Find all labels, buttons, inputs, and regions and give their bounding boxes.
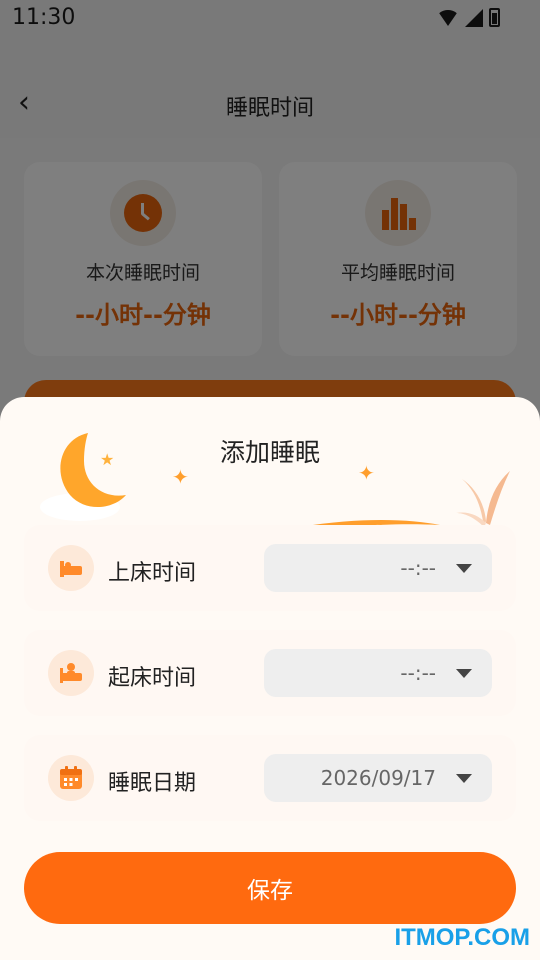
wake-time-row: 起床时间 --:-- bbox=[24, 630, 516, 716]
watermark: ITMOP.COM bbox=[394, 924, 530, 951]
chevron-down-icon bbox=[456, 564, 472, 573]
bedtime-label: 上床时间 bbox=[108, 561, 197, 586]
bed-icon bbox=[48, 545, 94, 591]
sheet-title: 添加睡眠 bbox=[219, 438, 320, 467]
save-button[interactable]: 保存 bbox=[24, 852, 516, 924]
sparkle-icon: ✦ bbox=[172, 465, 189, 489]
sleep-date-row: 睡眠日期 2026/09/17 bbox=[24, 735, 516, 821]
sleep-date-label: 睡眠日期 bbox=[108, 771, 197, 796]
bedtime-row: 上床时间 --:-- bbox=[24, 525, 516, 611]
chevron-down-icon bbox=[456, 774, 472, 783]
add-sleep-sheet: ★ ✦ ✦ 添加睡眠 上床时间 --:-- 起床时间 --:-- 睡眠日期 20… bbox=[0, 397, 540, 960]
sleep-date-select[interactable]: 2026/09/17 bbox=[264, 754, 492, 802]
bedtime-value: --:-- bbox=[400, 556, 436, 580]
bedtime-select[interactable]: --:-- bbox=[264, 544, 492, 592]
wake-time-value: --:-- bbox=[400, 661, 436, 685]
sleep-date-value: 2026/09/17 bbox=[320, 766, 436, 790]
wake-time-select[interactable]: --:-- bbox=[264, 649, 492, 697]
chevron-down-icon bbox=[456, 669, 472, 678]
calendar-icon bbox=[48, 755, 94, 801]
wake-time-label: 起床时间 bbox=[108, 666, 197, 691]
wake-up-icon bbox=[48, 650, 94, 696]
